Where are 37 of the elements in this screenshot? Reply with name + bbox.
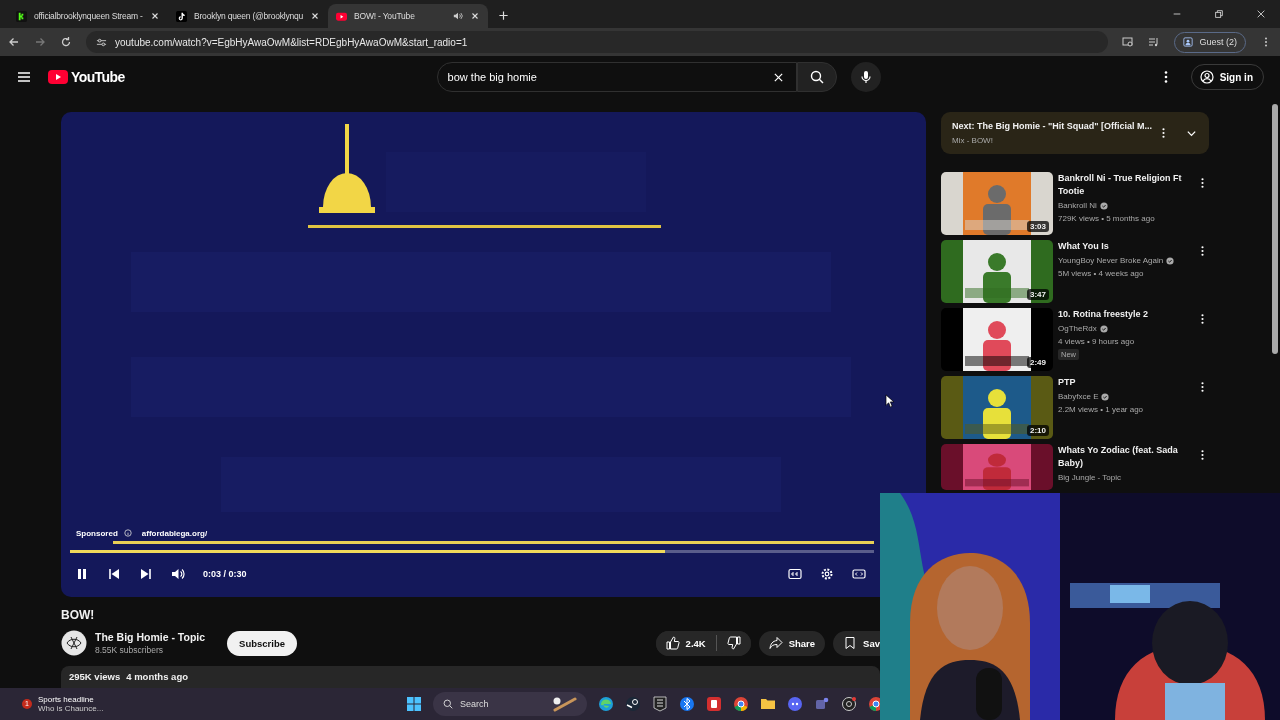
video-title[interactable]: 10. Rotina freestyle 2 — [1058, 308, 1149, 321]
video-title[interactable]: PTP — [1058, 376, 1076, 389]
video-stats: 4 views • 9 hours ago — [1058, 337, 1135, 346]
playlist-name: Mix - BOW! — [952, 136, 994, 145]
browser-tab[interactable]: BOW! - YouTube — [328, 4, 488, 28]
channel-name[interactable]: Bankroll Ni — [1058, 201, 1097, 210]
video-stats: 2.2M views • 1 year ago — [1058, 405, 1144, 414]
tab-title: Brooklyn queen (@brooklynqu — [194, 11, 304, 21]
video-title[interactable]: What You Is — [1058, 240, 1109, 253]
save-button[interactable]: Sav — [833, 630, 880, 656]
browser-tab[interactable]: Brooklyn queen (@brooklynqu — [168, 4, 328, 28]
channel-name[interactable]: YoungBoy Never Broke Again — [1058, 256, 1164, 265]
tab-title: BOW! - YouTube — [354, 11, 416, 21]
video-title[interactable]: Whats Yo Zodiac (feat. Sada Baby) — [1058, 444, 1200, 470]
channel-name[interactable]: The Big Homie - Topic — [95, 631, 206, 643]
channel-name[interactable]: OgTheRdx — [1058, 324, 1097, 333]
duration-badge: 3:47 — [1027, 289, 1049, 300]
share-button[interactable]: Share — [758, 630, 826, 656]
channel-name[interactable]: Big Jungle - Topic — [1058, 473, 1121, 482]
channel-name[interactable]: Babyfxce E — [1058, 392, 1099, 401]
description-box[interactable]: 295K views 4 months ago — [61, 666, 880, 688]
video-stats: 729K views • 5 months ago — [1058, 214, 1155, 223]
up-next-title: Next: The Big Homie - "Hit Squad" [Official M... — [952, 121, 1154, 131]
up-next-card[interactable]: Next: The Big Homie - "Hit Squad" [Official M... Mix - BOW! — [941, 112, 1209, 154]
duration-badge: 2:10 — [1027, 425, 1049, 436]
video-stats: 5M views • 4 weeks ago — [1058, 269, 1144, 278]
video-title: BOW! — [61, 608, 96, 622]
tab-title: officialbrooklynqueen Stream - — [34, 11, 143, 21]
duration-badge: 3:03 — [1027, 221, 1049, 232]
subscriber-count: 8.55K subscribers — [95, 645, 165, 655]
youtube-logo[interactable]: YouTube — [48, 69, 125, 85]
duration-badge: 2:49 — [1027, 357, 1049, 368]
address-field[interactable]: youtube.com/watch?v=EgbHyAwaOwM&list=RDEgbHyAwaOwM&start_radio=1 — [86, 31, 1109, 53]
video-title[interactable]: Bankroll Ni - True Religion Ft Tootie — [1058, 172, 1200, 198]
subscribe-button[interactable]: Subscribe — [227, 630, 297, 656]
browser-tab[interactable]: officialbrooklynqueen Stream - — [8, 4, 168, 28]
taskbar-search[interactable]: Search — [433, 692, 587, 716]
